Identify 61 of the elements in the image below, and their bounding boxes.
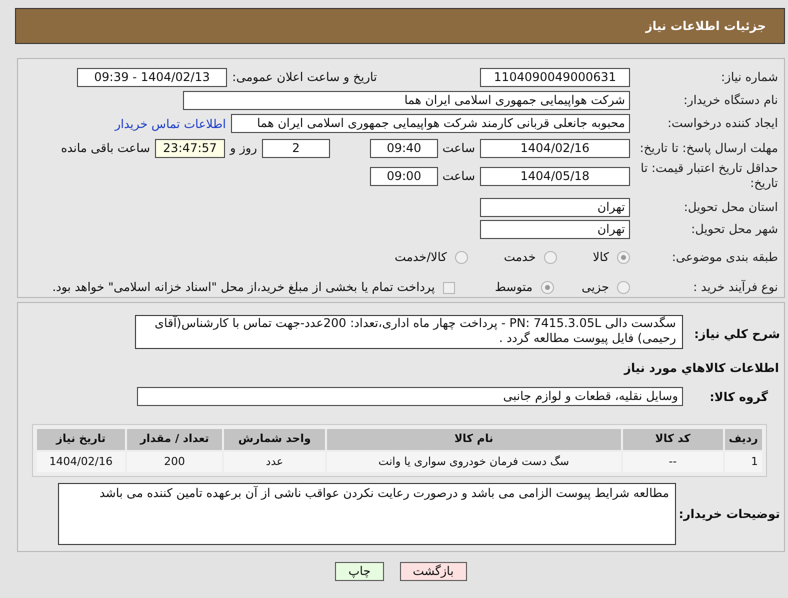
description-field: سگدست دالی PN: 7415.3.05L - پرداخت چهار ماه اداری،تعداد: 200عدد-جهت تماس با کارشناس(آقای رحیمی) فایل پیوست مطالعه گردد . [135, 315, 683, 349]
radio-button[interactable] [454, 251, 468, 264]
buyer-org-field: شرکت هواپیمایی جمهوری اسلامی ایران هما [183, 91, 630, 110]
field-label: کالا [592, 249, 609, 266]
column-header: واحد شمارش [224, 429, 325, 450]
buyer-contact-link[interactable]: اطلاعات تماس خریدار [114, 114, 226, 132]
column-header: نام کالا [326, 429, 621, 450]
field-label: طبقه بندی موضوعی: [670, 249, 778, 266]
section-title: اطلاعات کالاهاي مورد نياز [624, 360, 780, 377]
validity-date-field: 1404/05/18 [480, 166, 630, 186]
field-label: ایجاد کننده درخواست: [666, 115, 778, 132]
deadline-date-field: 1404/02/16 [480, 138, 630, 158]
column-header: کد کالا [622, 429, 723, 450]
back-button[interactable]: بازگشت [400, 562, 467, 581]
field-label: استان محل تحویل: [682, 199, 778, 216]
field-label: توضیحات خریدار: [678, 506, 781, 523]
radio-button[interactable] [540, 281, 554, 294]
field-label: شرح کلي نياز: [693, 326, 781, 343]
field-label: متوسط [494, 279, 533, 296]
goods-group-field: وسایل نقلیه، قطعات و لوازم جانبی [137, 387, 683, 406]
buyer-notes-field: مطالعه شرایط پیوست الزامی می باشد و درصورت رعایت نکردن عواقب ناشی از آن برعهده تامین کننده می باشد [58, 483, 676, 545]
validity-time-field: 09:00 [370, 166, 438, 186]
field-label: ساعت [441, 140, 476, 156]
table-cell: -- [622, 452, 723, 472]
field-label: ساعت باقی مانده [60, 140, 151, 156]
column-header: تاریخ نیاز [37, 429, 125, 450]
table-cell: 200 [126, 452, 222, 472]
field-label: گروه کالا: [708, 388, 769, 406]
column-header: ردیف [724, 429, 762, 450]
field-label: نام دستگاه خریدار: [682, 92, 778, 109]
field-label: ساعت [441, 168, 476, 184]
need-number-field: 1104090049000631 [480, 68, 630, 87]
field-label: پرداخت تمام یا بخشی از مبلغ خرید،از محل "اسناد خزانه اسلامی" خواهد بود. [52, 279, 435, 296]
field-label: روز و [228, 140, 258, 157]
remaining-time-field: 23:47:57 [155, 138, 225, 158]
radio-button[interactable] [617, 251, 630, 264]
field-label: خدمت [504, 249, 536, 266]
page-title: جزئیات اطلاعات نیاز [645, 18, 766, 35]
radio-button[interactable] [544, 251, 557, 264]
announce-date-field: 1404/02/13 - 09:39 [77, 68, 227, 87]
field-label: کالا/خدمت [394, 249, 447, 266]
table-cell: عدد [224, 452, 325, 472]
field-label: نوع فرآیند خرید : [692, 279, 778, 296]
field-label: شماره نیاز: [720, 69, 778, 86]
table-cell: 1404/02/16 [37, 452, 125, 472]
print-button[interactable]: چاپ [335, 562, 384, 581]
days-field: 2 [262, 138, 330, 158]
field-label: تاریخ و ساعت اعلان عمومی: [234, 69, 377, 86]
table-cell: 1 [724, 452, 762, 472]
field-label: مهلت ارسال پاسخ: تا تاریخ: [638, 140, 778, 156]
checkbox[interactable] [442, 282, 455, 294]
field-label: شهر محل تحویل: [690, 221, 778, 238]
field-label: حداقل تاریخ اعتبار قیمت: تا تاریخ: [640, 161, 778, 191]
province-field: تهران [480, 198, 630, 217]
deadline-time-field: 09:40 [370, 138, 438, 158]
requester-field: محبوبه جانعلی قربانی کارمند شرکت هواپیمایی جمهوری اسلامی ایران هما [231, 114, 630, 133]
table-cell: سگ دست فرمان خودروی سواری یا وانت [326, 452, 621, 472]
city-field: تهران [480, 220, 630, 239]
field-label: جزیی [582, 279, 609, 296]
column-header: تعداد / مقدار [126, 429, 222, 450]
radio-button[interactable] [617, 281, 630, 294]
